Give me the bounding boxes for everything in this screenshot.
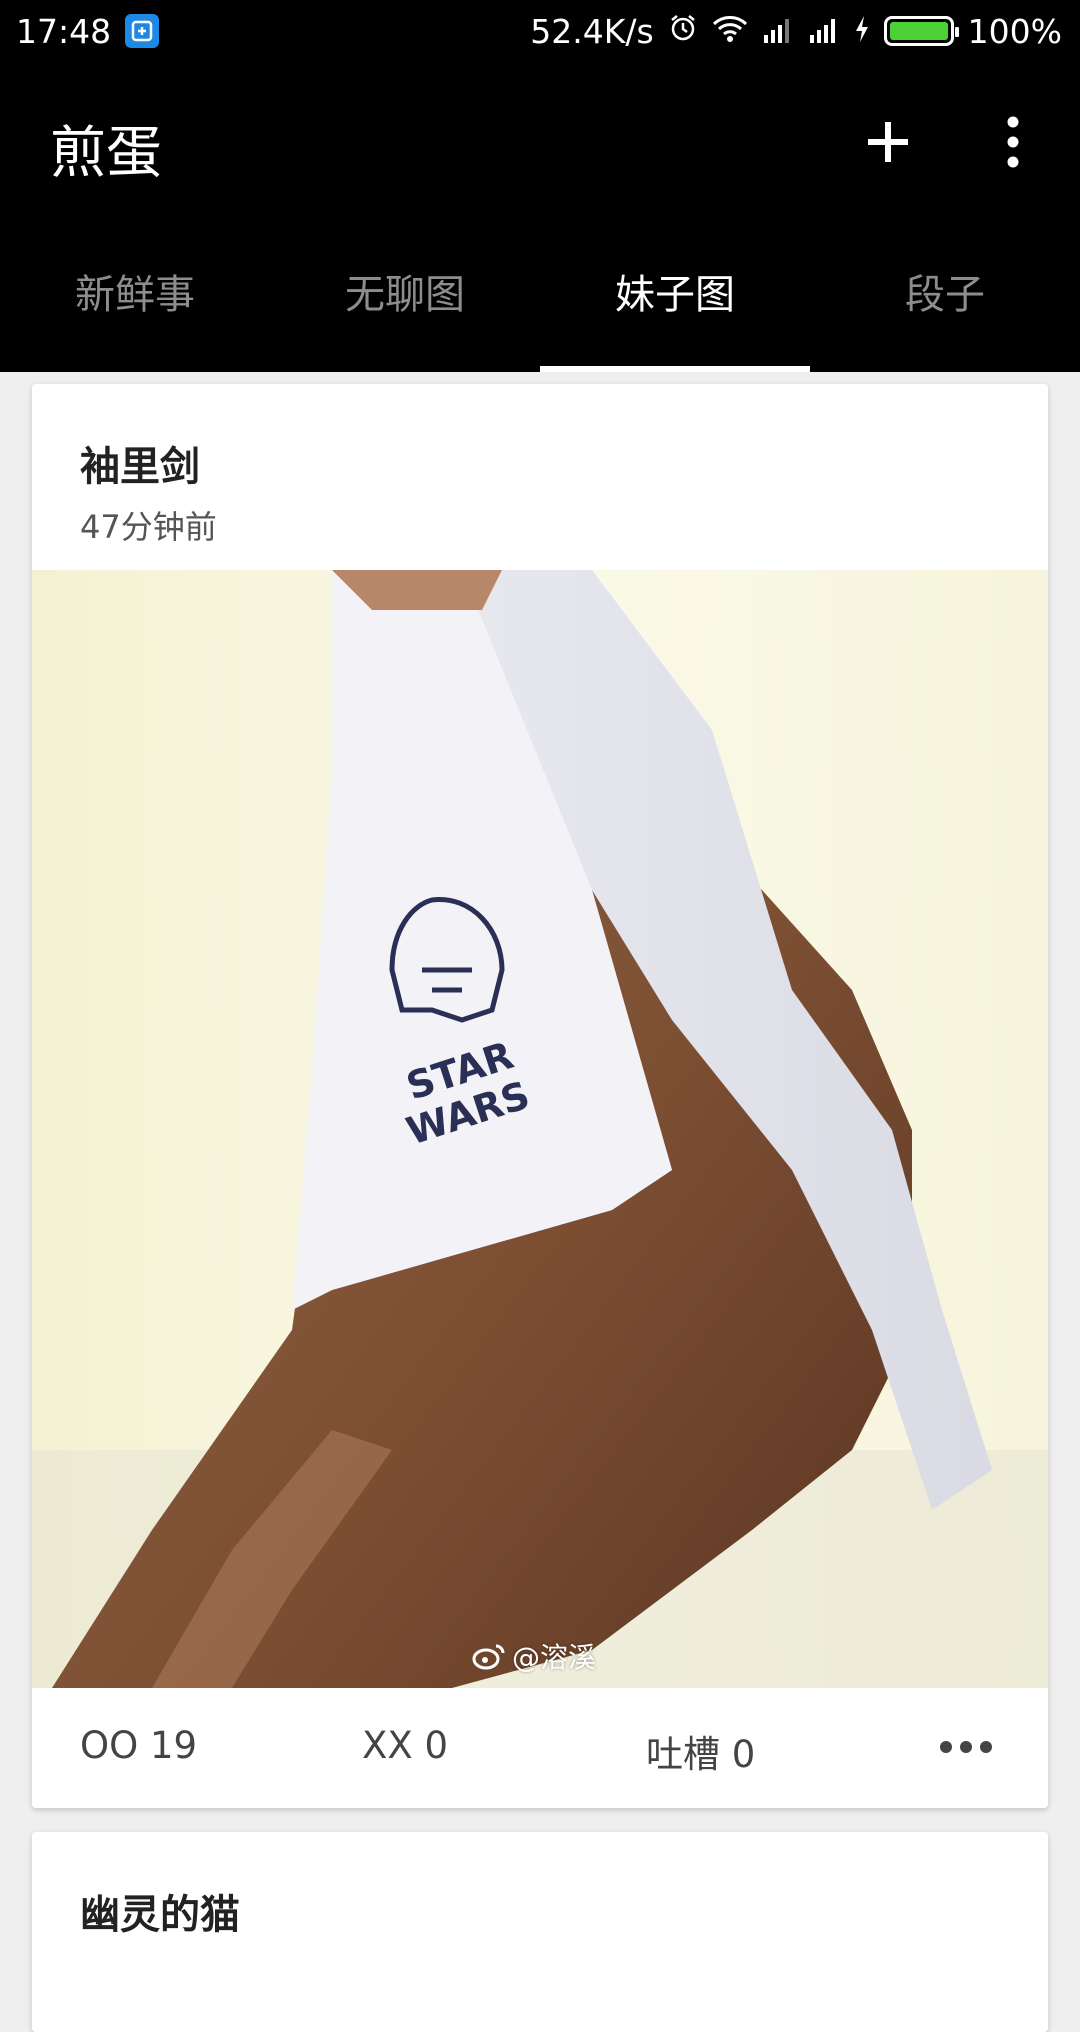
charging-icon [854,12,870,51]
oo-button[interactable]: OO 19 [80,1724,197,1767]
tab-label: 新鲜事 [75,272,195,318]
post-time: 47分钟前 [80,508,217,546]
tab-label: 妹子图 [615,272,735,318]
tab-jokes[interactable]: 段子 [810,230,1080,372]
signal-icon [808,12,840,51]
more-options-button[interactable] [985,112,1041,172]
tab-girl-pics[interactable]: 妹子图 [540,230,810,372]
comment-button[interactable]: 吐槽 0 [646,1724,755,1778]
tab-label: 无聊图 [345,272,465,318]
status-time: 17:48 [16,11,112,51]
app-title: 煎蛋 [50,121,162,186]
add-button[interactable] [860,114,916,170]
tab-news[interactable]: 新鲜事 [0,230,270,372]
app-badge-icon [125,14,160,48]
wifi-icon [712,12,748,51]
post-card[interactable]: 幽灵的猫 [32,1832,1048,2032]
net-speed: 52.4K/s [530,11,654,51]
app-bar: 煎蛋 [0,62,1080,230]
more-vertical-icon [1007,116,1019,168]
signal-icon [762,12,794,51]
watermark-text: @溶溪 [512,1641,597,1674]
battery-icon [883,16,959,46]
battery-percent: 100% [967,11,1062,51]
tab-label: 段子 [905,272,985,318]
tab-boring-pics[interactable]: 无聊图 [270,230,540,372]
post-author[interactable]: 袖里剑 [80,434,200,492]
more-horizontal-icon [940,1741,992,1753]
status-left: 17:48 [16,11,160,51]
status-right: 52.4K/s 100% [530,12,1062,51]
tab-bar: 新鲜事 无聊图 妹子图 段子 [0,230,1080,372]
post-more-button[interactable] [938,1728,994,1758]
battery-fill [889,22,948,40]
post-card[interactable]: 袖里剑 47分钟前 STAR WARS @溶溪 OO 19 XX 0 吐槽 0 [32,384,1048,1808]
post-image[interactable]: STAR WARS @溶溪 [32,570,1048,1688]
weibo-icon [472,1644,505,1670]
post-actions: OO 19 XX 0 吐槽 0 [32,1688,1048,1808]
alarm-icon [668,12,698,51]
image-watermark: @溶溪 [472,1636,596,1676]
plus-icon [868,122,908,162]
status-bar: 17:48 52.4K/s 100% [0,0,1080,62]
xx-button[interactable]: XX 0 [362,1724,448,1767]
post-author[interactable]: 幽灵的猫 [80,1882,240,1940]
